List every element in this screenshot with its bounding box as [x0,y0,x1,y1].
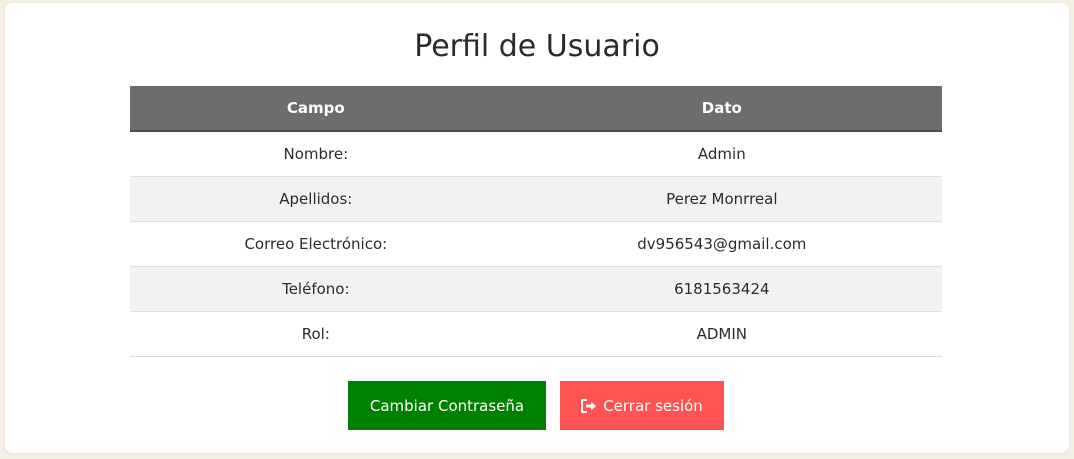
logout-button[interactable]: Cerrar sesión [560,381,724,430]
profile-table: Campo Dato Nombre: Admin Apellidos: Pere… [130,86,942,357]
field-label-nombre: Nombre: [130,131,502,177]
change-password-label: Cambiar Contraseña [369,396,525,415]
table-row: Nombre: Admin [130,131,942,177]
table-row: Apellidos: Perez Monrreal [130,176,942,222]
table-row: Teléfono: 6181563424 [130,266,942,312]
table-row: Rol: ADMIN [130,311,942,357]
page-title: Perfil de Usuario [414,29,660,64]
field-value-correo: dv956543@gmail.com [501,221,942,267]
field-label-correo: Correo Electrónico: [130,221,502,267]
profile-card: Perfil de Usuario Campo Dato Nombre: Adm… [5,3,1069,453]
table-row: Correo Electrónico: dv956543@gmail.com [130,221,942,267]
column-header-campo: Campo [130,86,502,132]
column-header-dato: Dato [501,86,942,132]
field-value-telefono: 6181563424 [501,266,942,312]
field-label-rol: Rol: [130,311,502,357]
field-value-apellidos: Perez Monrreal [501,176,942,222]
field-value-nombre: Admin [501,131,942,177]
field-label-apellidos: Apellidos: [130,176,502,222]
field-value-rol: ADMIN [501,311,942,357]
sign-out-icon [581,398,597,413]
field-label-telefono: Teléfono: [130,266,502,312]
table-header-row: Campo Dato [130,86,942,132]
logout-label: Cerrar sesión [603,396,703,415]
change-password-button[interactable]: Cambiar Contraseña [348,381,546,430]
